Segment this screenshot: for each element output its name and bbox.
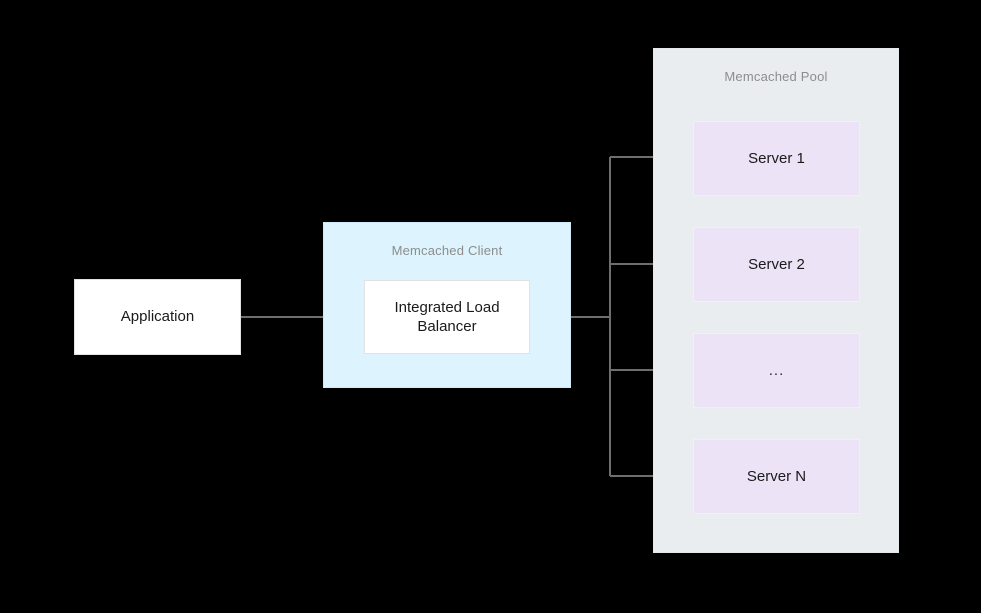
integrated-load-balancer-node[interactable]: Integrated Load Balancer [364,280,530,354]
server-node-ellipsis[interactable]: ... [693,333,860,408]
server-node-n[interactable]: Server N [693,439,860,514]
server-node-1[interactable]: Server 1 [693,121,860,196]
diagram-canvas: Application Memcached Client Integrated … [0,0,981,613]
server-node-2[interactable]: Server 2 [693,227,860,302]
application-node[interactable]: Application [74,279,241,355]
memcached-client-label: Memcached Client [391,243,503,258]
memcached-pool-label: Memcached Pool [724,69,828,84]
